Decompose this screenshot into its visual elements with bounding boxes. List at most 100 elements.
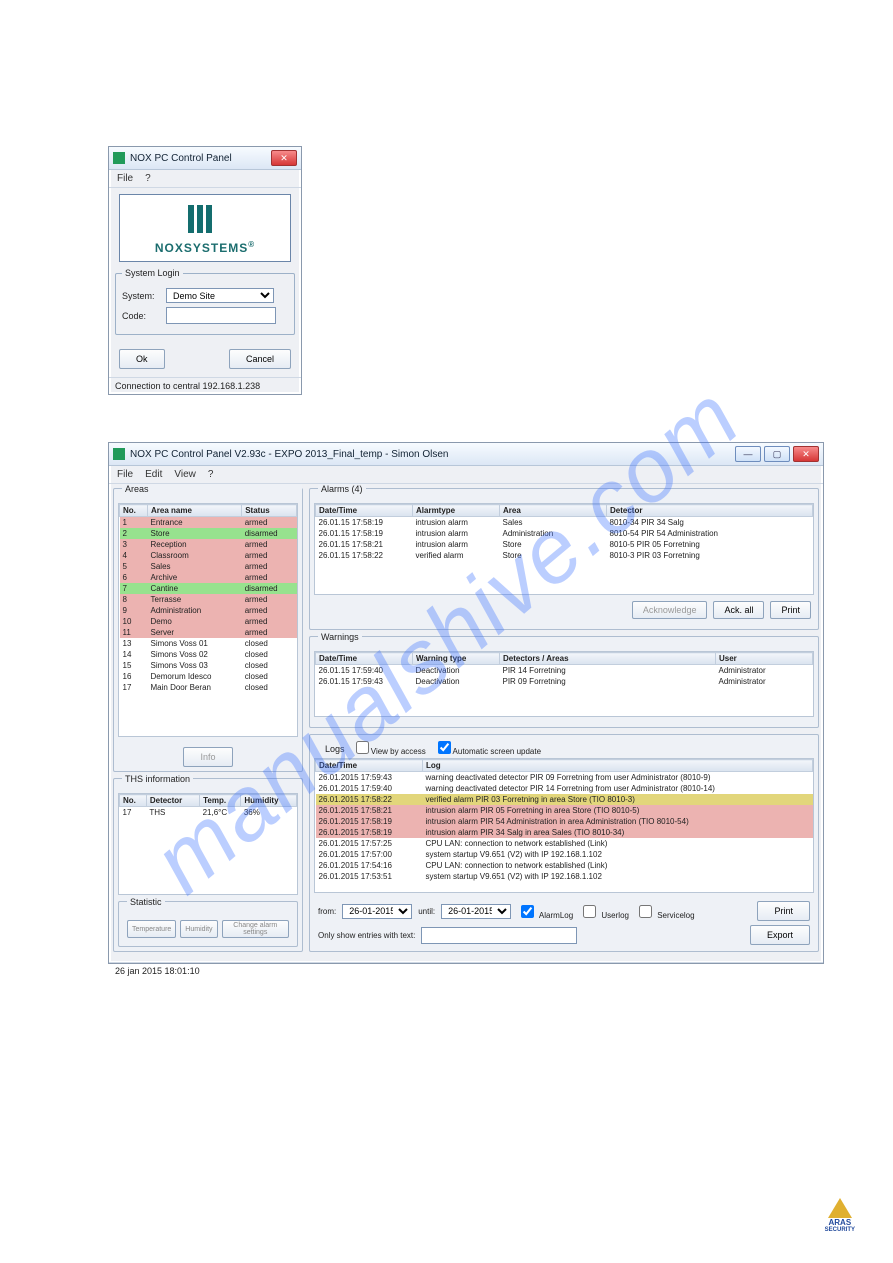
table-row[interactable]: 4Classroomarmed bbox=[120, 550, 297, 561]
table-row[interactable]: 26.01.2015 17:58:21intrusion alarm PIR 0… bbox=[316, 805, 813, 816]
table-row[interactable]: 26.01.2015 17:58:22verified alarm PIR 03… bbox=[316, 794, 813, 805]
aras-security-logo: ARAS SECURITY bbox=[825, 1198, 855, 1233]
ths-humidity-button[interactable]: Humidity bbox=[180, 920, 217, 938]
table-row[interactable]: 6Archivearmed bbox=[120, 572, 297, 583]
table-row[interactable]: 26.01.15 17:58:19intrusion alarmSales801… bbox=[316, 517, 813, 529]
alarms-table: Date/Time Alarmtype Area Detector 26.01.… bbox=[315, 504, 813, 561]
table-row[interactable]: 26.01.15 17:58:21intrusion alarmStore801… bbox=[316, 539, 813, 550]
from-label: from: bbox=[318, 907, 336, 916]
table-row[interactable]: 15Simons Voss 03closed bbox=[120, 660, 297, 671]
view-by-access-checkbox[interactable]: View by access bbox=[356, 741, 426, 756]
col-humidity[interactable]: Humidity bbox=[241, 795, 297, 807]
table-row[interactable]: 26.01.15 17:59:40DeactivationPIR 14 Forr… bbox=[316, 665, 813, 677]
userlog-checkbox[interactable]: Userlog bbox=[579, 902, 629, 921]
auto-update-checkbox[interactable]: Automatic screen update bbox=[438, 741, 541, 756]
servicelog-checkbox[interactable]: Servicelog bbox=[635, 902, 695, 921]
table-row[interactable]: 3Receptionarmed bbox=[120, 539, 297, 550]
table-row[interactable]: 14Simons Voss 02closed bbox=[120, 649, 297, 660]
table-row[interactable]: 9Administrationarmed bbox=[120, 605, 297, 616]
menu-file[interactable]: File bbox=[117, 173, 133, 184]
menu-file[interactable]: File bbox=[117, 469, 133, 480]
ths-table: No. Detector Temp. Humidity 17THS21,6°C3… bbox=[119, 794, 297, 818]
col-datetime[interactable]: Date/Time bbox=[316, 653, 413, 665]
ths-temp-button[interactable]: Temperature bbox=[127, 920, 176, 938]
close-button[interactable]: ✕ bbox=[271, 150, 297, 166]
areas-info-button[interactable]: Info bbox=[183, 747, 232, 767]
table-row[interactable]: 26.01.2015 17:58:19intrusion alarm PIR 3… bbox=[316, 827, 813, 838]
table-row[interactable]: 26.01.2015 17:57:25CPU LAN: connection t… bbox=[316, 838, 813, 849]
menu-edit[interactable]: Edit bbox=[145, 469, 162, 480]
table-row[interactable]: 13Simons Voss 01closed bbox=[120, 638, 297, 649]
col-warningtype[interactable]: Warning type bbox=[413, 653, 500, 665]
stat-legend: Statistic bbox=[127, 897, 165, 907]
table-row[interactable]: 11Serverarmed bbox=[120, 627, 297, 638]
menu-view[interactable]: View bbox=[174, 469, 196, 480]
alarmlog-checkbox[interactable]: AlarmLog bbox=[517, 902, 573, 921]
col-datetime[interactable]: Date/Time bbox=[316, 505, 413, 517]
table-row[interactable]: 26.01.15 17:58:22verified alarmStore8010… bbox=[316, 550, 813, 561]
menu-help[interactable]: ? bbox=[145, 173, 151, 184]
col-datetime[interactable]: Date/Time bbox=[316, 760, 423, 772]
login-status: Connection to central 192.168.1.238 bbox=[109, 377, 301, 394]
table-row[interactable]: 16Demorum Idescoclosed bbox=[120, 671, 297, 682]
table-row[interactable]: 26.01.2015 17:58:19intrusion alarm PIR 5… bbox=[316, 816, 813, 827]
code-input[interactable] bbox=[166, 307, 276, 324]
table-row[interactable]: 26.01.2015 17:54:16CPU LAN: connection t… bbox=[316, 860, 813, 871]
warnings-legend: Warnings bbox=[318, 632, 362, 642]
table-row[interactable]: 5Salesarmed bbox=[120, 561, 297, 572]
table-row[interactable]: 17THS21,6°C36% bbox=[120, 807, 297, 819]
ths-settings-button[interactable]: Change alarm settings bbox=[222, 920, 289, 938]
ths-group: THS information No. Detector Temp. Humid… bbox=[113, 778, 303, 952]
col-name[interactable]: Area name bbox=[148, 505, 242, 517]
ack-all-button[interactable]: Ack. all bbox=[713, 601, 764, 619]
areas-table: No. Area name Status 1Entrancearmed2Stor… bbox=[119, 504, 297, 693]
col-log[interactable]: Log bbox=[423, 760, 813, 772]
app-icon bbox=[113, 448, 125, 460]
table-row[interactable]: 26.01.2015 17:59:40warning deactivated d… bbox=[316, 783, 813, 794]
ok-button[interactable]: Ok bbox=[119, 349, 165, 369]
from-date[interactable]: 26-01-2015 bbox=[342, 904, 412, 919]
col-detectors[interactable]: Detectors / Areas bbox=[500, 653, 716, 665]
until-date[interactable]: 26-01-2015 bbox=[441, 904, 511, 919]
close-button[interactable]: ✕ bbox=[793, 446, 819, 462]
col-temp[interactable]: Temp. bbox=[200, 795, 241, 807]
group-legend: System Login bbox=[122, 268, 183, 278]
table-row[interactable]: 26.01.15 17:59:43DeactivationPIR 09 Forr… bbox=[316, 676, 813, 687]
col-status[interactable]: Status bbox=[242, 505, 297, 517]
logs-export-button[interactable]: Export bbox=[750, 925, 810, 945]
menu-help[interactable]: ? bbox=[208, 469, 214, 480]
table-row[interactable]: 8Terrassearmed bbox=[120, 594, 297, 605]
logs-print-button[interactable]: Print bbox=[757, 901, 810, 921]
table-row[interactable]: 26.01.15 17:58:19intrusion alarmAdminist… bbox=[316, 528, 813, 539]
col-user[interactable]: User bbox=[716, 653, 813, 665]
table-row[interactable]: 2Storedisarmed bbox=[120, 528, 297, 539]
table-row[interactable]: 26.01.2015 17:59:43warning deactivated d… bbox=[316, 772, 813, 784]
table-row[interactable]: 26.01.2015 17:53:51system startup V9.651… bbox=[316, 871, 813, 882]
alarms-print-button[interactable]: Print bbox=[770, 601, 811, 619]
only-text-input[interactable] bbox=[421, 927, 577, 944]
minimize-button[interactable]: — bbox=[735, 446, 761, 462]
col-detector[interactable]: Detector bbox=[607, 505, 813, 517]
col-no[interactable]: No. bbox=[120, 505, 148, 517]
table-row[interactable]: 10Demoarmed bbox=[120, 616, 297, 627]
col-no[interactable]: No. bbox=[120, 795, 147, 807]
acknowledge-button[interactable]: Acknowledge bbox=[632, 601, 708, 619]
col-alarmtype[interactable]: Alarmtype bbox=[413, 505, 500, 517]
ths-statistic-group: Statistic Temperature Humidity Change al… bbox=[118, 901, 298, 947]
maximize-button[interactable]: ▢ bbox=[764, 446, 790, 462]
table-row[interactable]: 17Main Door Beranclosed bbox=[120, 682, 297, 693]
logs-legend: Logs bbox=[322, 744, 348, 754]
table-row[interactable]: 7Cantinedisarmed bbox=[120, 583, 297, 594]
cancel-button[interactable]: Cancel bbox=[229, 349, 291, 369]
main-window: NOX PC Control Panel V2.93c - EXPO 2013_… bbox=[108, 442, 824, 964]
system-login-group: System Login System: Demo Site Code: bbox=[115, 268, 295, 335]
system-select[interactable]: Demo Site bbox=[166, 288, 274, 303]
col-detector[interactable]: Detector bbox=[146, 795, 199, 807]
noxsystems-logo: NOXSYSTEMS® bbox=[119, 194, 291, 262]
table-row[interactable]: 1Entrancearmed bbox=[120, 517, 297, 529]
table-row[interactable]: 26.01.2015 17:57:00system startup V9.651… bbox=[316, 849, 813, 860]
col-area[interactable]: Area bbox=[500, 505, 607, 517]
alarms-legend: Alarms (4) bbox=[318, 484, 366, 494]
login-title: NOX PC Control Panel bbox=[130, 153, 271, 164]
main-title: NOX PC Control Panel V2.93c - EXPO 2013_… bbox=[130, 449, 735, 460]
